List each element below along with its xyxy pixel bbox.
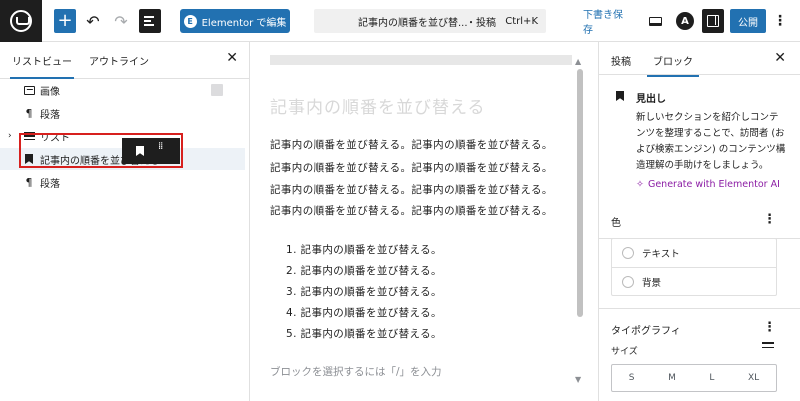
command-post-type: ・投稿 <box>466 17 496 29</box>
scroll-up-icon[interactable]: ▲ <box>575 57 581 66</box>
list-item[interactable]: 3. 記事内の順番を並び替える。 <box>286 284 442 299</box>
elementor-edit-button[interactable]: E Elementor で編集 <box>180 9 290 33</box>
settings-sidebar-toggle-icon[interactable] <box>702 9 724 33</box>
settings-sidebar: 投稿 ブロック ✕ 見出し 新しいセクションを紹介しコンテンツを整理することで、… <box>598 42 800 401</box>
editor-toolbar: + ↶ ↷ E Elementor で編集 記事内の順番を並び替... ・投稿 … <box>0 0 800 42</box>
typography-section-title: タイポグラフィ <box>611 326 681 337</box>
list-item[interactable]: 4. 記事内の順番を並び替える。 <box>286 305 442 320</box>
list-item[interactable]: 2. 記事内の順番を並び替える。 <box>286 263 442 278</box>
elementor-icon: E <box>183 14 197 28</box>
list-item-paragraph[interactable]: ¶ 段落 <box>0 171 245 193</box>
sidebar-tabs: 投稿 ブロック ✕ <box>599 42 800 77</box>
bookmark-icon <box>616 91 624 101</box>
elementor-ai-link[interactable]: ✧ Generate with Elementor AI <box>636 179 784 190</box>
size-option[interactable]: M <box>668 373 676 383</box>
list-item[interactable]: 5. 記事内の順番を並び替える。 <box>286 326 442 341</box>
document-overview-button[interactable] <box>139 9 161 33</box>
color-options-icon[interactable]: ⋮ <box>763 212 776 227</box>
image-thumbnail <box>211 84 223 96</box>
undo-button[interactable]: ↶ <box>83 9 103 33</box>
sliders-icon[interactable] <box>762 342 774 348</box>
list-item[interactable]: 1. 記事内の順番を並び替える。 <box>286 242 442 257</box>
chevron-right-icon[interactable]: › <box>8 131 12 141</box>
font-size-picker[interactable]: S M L XL <box>611 364 777 392</box>
highlight-annotation <box>19 133 183 168</box>
preview-icon[interactable] <box>645 9 665 33</box>
ai-link-label: Generate with Elementor AI <box>647 179 780 190</box>
block-description: 新しいセクションを紹介しコンテンツを整理することで、訪問者 (および検索エンジン… <box>636 112 786 171</box>
site-logo-icon[interactable] <box>0 0 42 42</box>
image-icon <box>23 84 35 96</box>
tab-outline[interactable]: アウトライン <box>89 53 149 68</box>
publish-button[interactable]: 公開 <box>730 9 766 33</box>
command-palette-bar[interactable]: 記事内の順番を並び替... ・投稿 Ctrl+K <box>314 9 546 33</box>
paragraph-icon: ¶ <box>25 175 33 189</box>
image-block[interactable] <box>270 55 572 65</box>
swatch-icon <box>622 247 634 259</box>
paragraph-line[interactable]: 記事内の順番を並び替える。記事内の順番を並び替える。 <box>270 182 553 197</box>
swatch-icon <box>622 275 634 288</box>
list-item-image[interactable]: 画像 <box>0 79 245 101</box>
list-view-panel: リストビュー アウトライン ✕ 画像 ¶ 段落 › リスト 記事内の順番を並び替… <box>0 42 250 401</box>
font-size-label: サイズ <box>611 347 638 357</box>
size-option[interactable]: L <box>709 373 714 383</box>
close-icon[interactable]: ✕ <box>774 50 786 66</box>
astra-settings-icon[interactable]: A <box>674 9 696 33</box>
divider <box>599 308 800 309</box>
tab-list-view[interactable]: リストビュー <box>10 53 74 79</box>
tab-post[interactable]: 投稿 <box>611 53 631 68</box>
paragraph-line[interactable]: 記事内の順番を並び替える。記事内の順番を並び替える。 <box>270 203 553 218</box>
command-post-title: 記事内の順番を並び替... <box>358 17 468 29</box>
paragraph-line[interactable]: 記事内の順番を並び替える。記事内の順番を並び替える。 <box>270 137 553 152</box>
paragraph-icon: ¶ <box>25 106 33 120</box>
editor-scrollbar[interactable]: ▲ ▼ <box>575 57 585 387</box>
editor-canvas: 記事内の順番を並び替える 記事内の順番を並び替える。記事内の順番を並び替える。 … <box>250 42 598 401</box>
elementor-edit-label: Elementor で編集 <box>201 17 287 29</box>
tab-block[interactable]: ブロック <box>647 53 699 77</box>
scroll-down-icon[interactable]: ▼ <box>575 375 581 384</box>
close-icon[interactable]: ✕ <box>226 50 238 66</box>
size-option[interactable]: S <box>629 373 635 383</box>
options-more-icon[interactable]: ⋮ <box>771 9 789 33</box>
color-text-row[interactable]: テキスト <box>612 239 776 267</box>
list-item-paragraph[interactable]: ¶ 段落 <box>0 102 245 124</box>
paragraph-line[interactable]: 記事内の順番を並び替える。記事内の順番を並び替える。 <box>270 160 553 175</box>
size-option[interactable]: XL <box>748 373 759 383</box>
scroll-thumb[interactable] <box>577 69 583 317</box>
list-view-tabs: リストビュー アウトライン ✕ <box>0 42 250 79</box>
typography-options-icon[interactable]: ⋮ <box>763 320 776 335</box>
save-draft-button[interactable]: 下書き保存 <box>583 9 631 36</box>
color-section-title: 色 <box>611 218 621 229</box>
command-shortcut: Ctrl+K <box>505 15 538 27</box>
redo-button[interactable]: ↷ <box>111 9 131 33</box>
sparkle-icon: ✧ <box>636 179 644 190</box>
color-background-row[interactable]: 背景 <box>612 267 776 295</box>
block-placeholder[interactable]: ブロックを選択するには「/」を入力 <box>270 364 442 379</box>
add-block-button[interactable]: + <box>54 9 76 33</box>
color-settings: テキスト 背景 <box>611 238 777 296</box>
heading-block[interactable]: 記事内の順番を並び替える <box>270 93 486 118</box>
block-name: 見出し <box>636 94 666 105</box>
